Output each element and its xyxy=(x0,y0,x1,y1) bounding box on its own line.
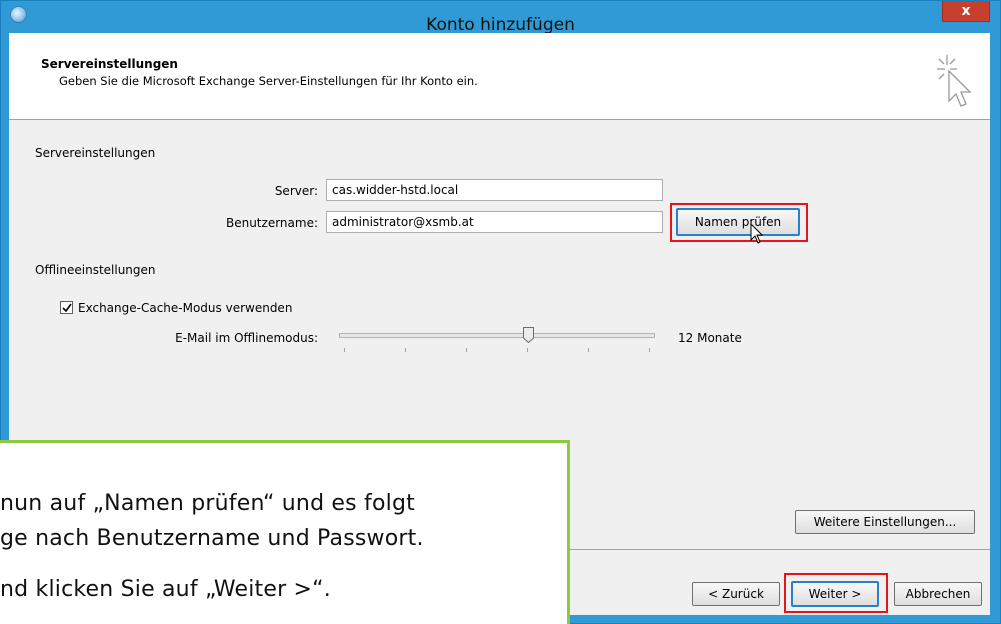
callout-line-1: nun auf „Namen prüfen“ und es folgt xyxy=(0,491,415,516)
header-title: Servereinstellungen xyxy=(41,57,178,71)
close-button[interactable]: x xyxy=(942,1,990,22)
offline-mail-label: E-Mail im Offlinemodus: xyxy=(175,331,318,345)
window-title: Konto hinzufügen xyxy=(426,15,575,35)
username-label: Benutzername: xyxy=(225,216,318,230)
instruction-callout: nun auf „Namen prüfen“ und es folgt ge n… xyxy=(0,440,570,624)
slider-tick xyxy=(588,348,589,352)
slider-tick xyxy=(527,348,528,352)
slider-tick xyxy=(466,348,467,352)
cache-mode-checkbox[interactable] xyxy=(60,301,73,314)
wizard-cursor-icon xyxy=(937,55,972,107)
title-bar[interactable]: Konto hinzufügen x xyxy=(1,1,1000,35)
next-button[interactable]: Weiter > xyxy=(791,581,879,607)
slider-tick xyxy=(344,348,345,352)
callout-line-3: nd klicken Sie auf „Weiter >“. xyxy=(0,577,331,602)
username-input[interactable]: administrator@xsmb.at xyxy=(326,211,663,233)
mouse-cursor-icon xyxy=(750,223,764,244)
back-button[interactable]: < Zurück xyxy=(692,582,780,606)
header-subtitle: Geben Sie die Microsoft Exchange Server-… xyxy=(59,74,478,88)
cancel-button[interactable]: Abbrechen xyxy=(894,582,982,606)
server-settings-heading: Servereinstellungen xyxy=(35,146,156,160)
wizard-header: Servereinstellungen Geben Sie die Micros… xyxy=(9,33,990,120)
server-label: Server: xyxy=(274,184,318,198)
cache-mode-label: Exchange-Cache-Modus verwenden xyxy=(78,301,293,315)
offline-mail-slider[interactable] xyxy=(339,333,655,338)
server-input[interactable]: cas.widder-hstd.local xyxy=(326,179,663,201)
offline-mail-value: 12 Monate xyxy=(678,331,742,345)
close-icon: x xyxy=(961,3,971,19)
check-names-button[interactable]: Namen prüfen xyxy=(676,208,800,236)
more-settings-button[interactable]: Weitere Einstellungen... xyxy=(795,510,975,534)
slider-thumb[interactable] xyxy=(523,327,535,343)
slider-tick xyxy=(405,348,406,352)
checkmark-icon xyxy=(61,303,72,312)
slider-tick xyxy=(649,348,650,352)
callout-line-2: ge nach Benutzername und Passwort. xyxy=(0,526,424,551)
offline-settings-heading: Offlineeinstellungen xyxy=(35,263,156,277)
